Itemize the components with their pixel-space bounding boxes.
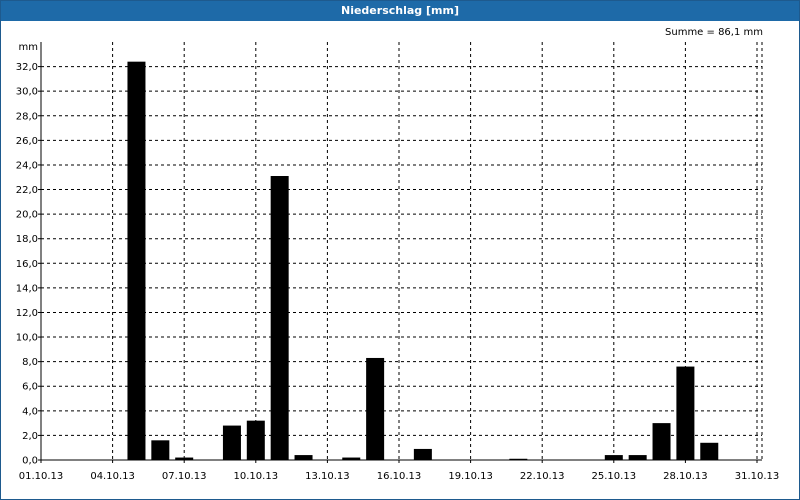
y-tick-label: 14,0 bbox=[16, 283, 38, 294]
x-tick-label: 07.10.13 bbox=[162, 471, 207, 482]
bar-11.10.13 bbox=[270, 176, 289, 460]
precipitation-chart: 0,0 2,0 4,0 6,0 8,0 10,0 12,0 14,0 16,0 18,0 20,0 2… bbox=[16, 42, 780, 482]
bar-09.10.13 bbox=[222, 425, 241, 460]
y-tick-label: 28,0 bbox=[16, 111, 38, 122]
x-tick-label: 28.10.13 bbox=[663, 471, 708, 482]
bar-12.10.13 bbox=[294, 455, 313, 460]
bar-14.10.13 bbox=[342, 457, 361, 460]
x-tick-label: 04.10.13 bbox=[90, 471, 135, 482]
y-tick-label: 0,0 bbox=[22, 456, 38, 467]
y-tick-label: 10,0 bbox=[16, 333, 38, 344]
y-tick-label: 30,0 bbox=[16, 87, 38, 98]
bar-26.10.13 bbox=[628, 455, 647, 460]
bar-05.10.13 bbox=[127, 61, 146, 460]
y-tick-label: 20,0 bbox=[16, 210, 38, 221]
y-tick-label: 6,0 bbox=[22, 382, 38, 393]
y-tick-label: 32,0 bbox=[16, 62, 38, 73]
bar-06.10.13 bbox=[151, 440, 170, 460]
y-tick-label: 24,0 bbox=[16, 160, 38, 171]
y-tick-label: 8,0 bbox=[22, 357, 38, 368]
bar-29.10.13 bbox=[700, 442, 719, 460]
x-tick-label: 19.10.13 bbox=[448, 471, 493, 482]
x-tick-label: 31.10.13 bbox=[735, 471, 780, 482]
bar-25.10.13 bbox=[604, 455, 623, 460]
bar-28.10.13 bbox=[676, 366, 695, 460]
x-tick-label: 25.10.13 bbox=[592, 471, 637, 482]
y-tick-label: 18,0 bbox=[16, 234, 38, 245]
bar-21.10.13 bbox=[509, 458, 528, 460]
y-tick-label: 12,0 bbox=[16, 308, 38, 319]
x-tick-label: 13.10.13 bbox=[305, 471, 350, 482]
y-axis-unit-label: mm bbox=[19, 42, 38, 53]
x-tick-label: 10.10.13 bbox=[234, 471, 279, 482]
bar-10.10.13 bbox=[246, 420, 265, 460]
x-tick-label: 22.10.13 bbox=[520, 471, 565, 482]
bar-07.10.13 bbox=[175, 457, 194, 460]
x-tick-label: 16.10.13 bbox=[377, 471, 422, 482]
y-tick-label: 4,0 bbox=[22, 406, 38, 417]
bar-15.10.13 bbox=[366, 357, 385, 460]
y-tick-label: 26,0 bbox=[16, 136, 38, 147]
x-tick-label: 01.10.13 bbox=[19, 471, 64, 482]
y-tick-label: 22,0 bbox=[16, 185, 38, 196]
bar-27.10.13 bbox=[652, 423, 671, 460]
y-tick-label: 2,0 bbox=[22, 431, 38, 442]
y-tick-label: 16,0 bbox=[16, 259, 38, 270]
bar-17.10.13 bbox=[413, 448, 432, 460]
